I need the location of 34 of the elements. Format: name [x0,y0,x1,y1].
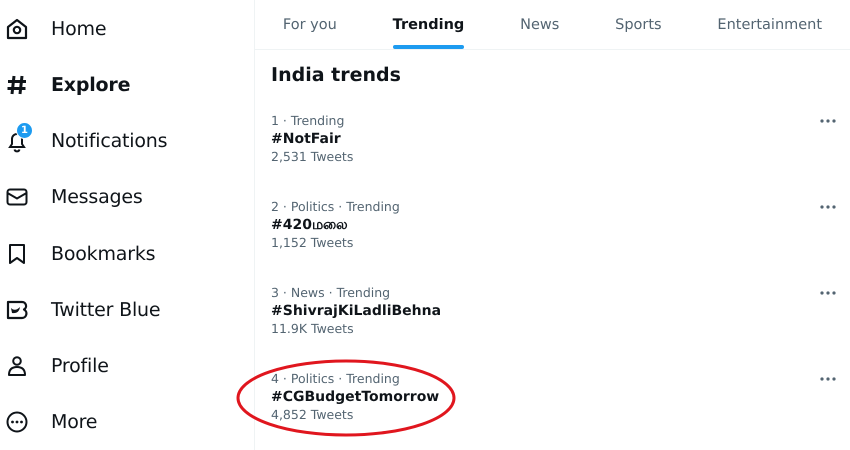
trend-meta: 4 · Politics · Trending [271,371,401,387]
trend-meta: 1 · Trending [271,113,346,129]
person-icon[interactable] [5,354,29,378]
nav-link[interactable]: Twitter Blue [51,298,160,321]
trend-meta: 3 · News · Trending [271,285,392,301]
tab[interactable]: For you [255,0,365,49]
tweet-count: 2,531 Tweets [271,149,354,165]
more-options-icon[interactable] [820,377,836,381]
tab[interactable]: Trending [364,0,492,49]
nav-link[interactable]: Messages [51,186,143,208]
trend-hashtag[interactable]: #NotFair [271,129,354,149]
nav-link[interactable]: More [51,410,98,433]
tab[interactable]: Entertainment [690,0,850,49]
more-options-icon[interactable] [820,119,836,123]
nav-link[interactable]: Bookmarks [51,242,156,265]
tweet-count: 4,852 Tweets [271,407,354,423]
home-icon[interactable] [5,17,29,42]
trend-hashtag[interactable]: #420மலை [271,215,400,235]
notification-badge: 1 [16,122,33,140]
trend-meta: 2 · Politics · Trending [271,199,400,215]
trend-hashtag[interactable]: #CGBudgetTomorrow [271,387,440,407]
more-options-icon[interactable] [820,291,836,295]
tweet-count: 1,152 Tweets [271,235,354,251]
nav-link[interactable]: Explore [51,74,130,96]
nav-link[interactable]: Home [51,18,106,40]
tab[interactable]: News [492,0,588,49]
nav-link[interactable]: Notifications [51,130,168,152]
section-title: India trends [270,63,402,88]
more-options-icon[interactable] [820,205,836,209]
tab[interactable]: Sports [587,0,690,49]
tweet-count: 11.9K Tweets [271,321,355,337]
nav-link[interactable]: Profile [51,354,109,377]
ellipsis-circle-icon[interactable] [5,410,29,434]
trend-hashtag[interactable]: #ShivrajKiLadliBehna [271,301,442,321]
